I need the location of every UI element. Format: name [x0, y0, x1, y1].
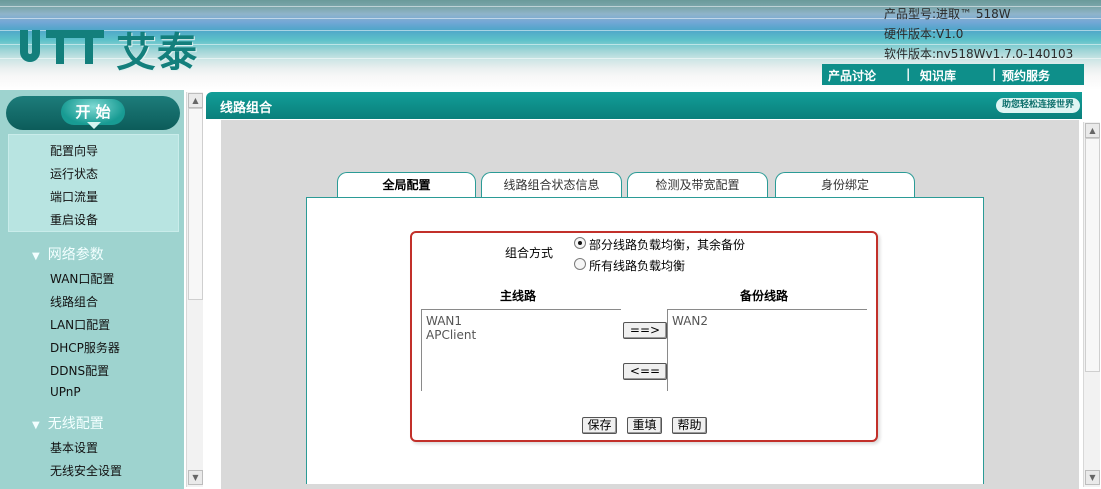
sidebar-item-upnp[interactable]: UPnP — [50, 385, 81, 399]
utt-logo — [20, 30, 104, 64]
header: 艾泰 产品型号:进取™ 518W 硬件版本:V1.0 软件版本:nv518Wv1… — [0, 0, 1101, 90]
sidebar-item-line-combination[interactable]: 线路组合 — [50, 293, 98, 310]
line-combination-form: 组合方式 部分线路负载均衡，其余备份 所有线路负载均衡 主线路 备份线路 WAN… — [410, 231, 878, 442]
sidebar: 开 始 配置向导 运行状态 端口流量 重启设备 ▼ 网络参数 WAN口配置 线路组… — [0, 90, 184, 489]
sidebar-item-wireless-basic[interactable]: 基本设置 — [50, 439, 98, 456]
chevron-down-icon — [87, 122, 101, 129]
scroll-down-icon[interactable]: ▼ — [1085, 470, 1100, 485]
sidebar-item-lan[interactable]: LAN口配置 — [50, 316, 110, 333]
move-left-button[interactable]: <== — [623, 363, 667, 380]
tab-detect-bandwidth[interactable]: 检测及带宽配置 — [627, 172, 768, 198]
link-knowledge-base[interactable]: 知识库 — [920, 67, 956, 84]
sidebar-group-label: 无线配置 — [47, 416, 104, 432]
sidebar-group-label: 网络参数 — [47, 247, 104, 263]
brand-name: 艾泰 — [116, 30, 198, 76]
tab-global-config[interactable]: 全局配置 — [337, 172, 476, 199]
triangle-down-icon: ▼ — [32, 251, 40, 262]
list-item[interactable]: WAN2 — [672, 314, 708, 328]
sidebar-scrollbar[interactable]: ▲ ▼ — [186, 92, 203, 487]
sidebar-item-ddns[interactable]: DDNS配置 — [50, 362, 109, 379]
mode-label: 组合方式 — [505, 246, 554, 260]
backup-line-list[interactable]: WAN2 — [667, 309, 867, 391]
scroll-up-icon[interactable]: ▲ — [188, 93, 203, 108]
list-item[interactable]: WAN1 — [426, 314, 462, 328]
sidebar-group-wireless[interactable]: ▼ 无线配置 — [32, 413, 104, 433]
list-item[interactable]: APClient — [426, 328, 476, 342]
move-right-button[interactable]: ==> — [623, 322, 667, 339]
link-separator: | — [992, 67, 997, 81]
triangle-down-icon: ▼ — [32, 420, 40, 431]
product-info: 产品型号:进取™ 518W 硬件版本:V1.0 软件版本:nv518Wv1.7.… — [884, 4, 1073, 64]
sidebar-item-port-traffic[interactable]: 端口流量 — [50, 188, 98, 205]
scroll-up-icon[interactable]: ▲ — [1085, 123, 1100, 138]
radio-all-balance[interactable] — [574, 258, 586, 270]
link-appointment-service[interactable]: 预约服务 — [1002, 67, 1050, 84]
product-model: 产品型号:进取™ 518W — [884, 7, 1011, 21]
radio-partial-balance[interactable] — [574, 237, 586, 249]
scroll-down-icon[interactable]: ▼ — [188, 470, 203, 485]
help-button[interactable]: 帮助 — [672, 417, 707, 434]
tab-identity-binding[interactable]: 身份绑定 — [775, 172, 915, 198]
save-button[interactable]: 保存 — [582, 417, 617, 434]
tab-line-status[interactable]: 线路组合状态信息 — [481, 172, 622, 198]
sidebar-item-run-status[interactable]: 运行状态 — [50, 165, 98, 182]
sidebar-group-network[interactable]: ▼ 网络参数 — [32, 244, 104, 264]
sidebar-item-reboot[interactable]: 重启设备 — [50, 211, 98, 228]
backup-line-header: 备份线路 — [740, 289, 789, 303]
radio-all-balance-label: 所有线路负载均衡 — [589, 259, 686, 273]
sidebar-item-setup-wizard[interactable]: 配置向导 — [50, 142, 98, 159]
hardware-version: 硬件版本:V1.0 — [884, 27, 964, 41]
main-line-list[interactable]: WAN1 APClient — [421, 309, 621, 391]
reset-button[interactable]: 重填 — [627, 417, 662, 434]
sidebar-item-wan[interactable]: WAN口配置 — [50, 270, 114, 287]
start-button[interactable]: 开 始 — [6, 96, 180, 130]
main-scrollbar[interactable]: ▲ ▼ — [1083, 122, 1100, 487]
page-title: 线路组合 — [220, 101, 273, 116]
radio-partial-balance-label: 部分线路负载均衡，其余备份 — [589, 238, 746, 252]
sidebar-item-dhcp[interactable]: DHCP服务器 — [50, 339, 120, 356]
slogan-badge: 助您轻松连接世界 — [995, 98, 1080, 113]
link-separator: | — [906, 67, 911, 81]
sidebar-scroll-thumb[interactable] — [188, 108, 203, 300]
main-scroll-thumb[interactable] — [1085, 138, 1100, 372]
link-product-discussion[interactable]: 产品讨论 — [828, 67, 876, 84]
top-links-bar: 产品讨论 | 知识库 | 预约服务 — [822, 64, 1084, 85]
title-bar: 线路组合 助您轻松连接世界 — [206, 92, 1082, 119]
software-version: 软件版本:nv518Wv1.7.0-140103 — [884, 47, 1074, 61]
sidebar-item-wireless-security[interactable]: 无线安全设置 — [50, 462, 122, 479]
main-line-header: 主线路 — [500, 289, 537, 303]
